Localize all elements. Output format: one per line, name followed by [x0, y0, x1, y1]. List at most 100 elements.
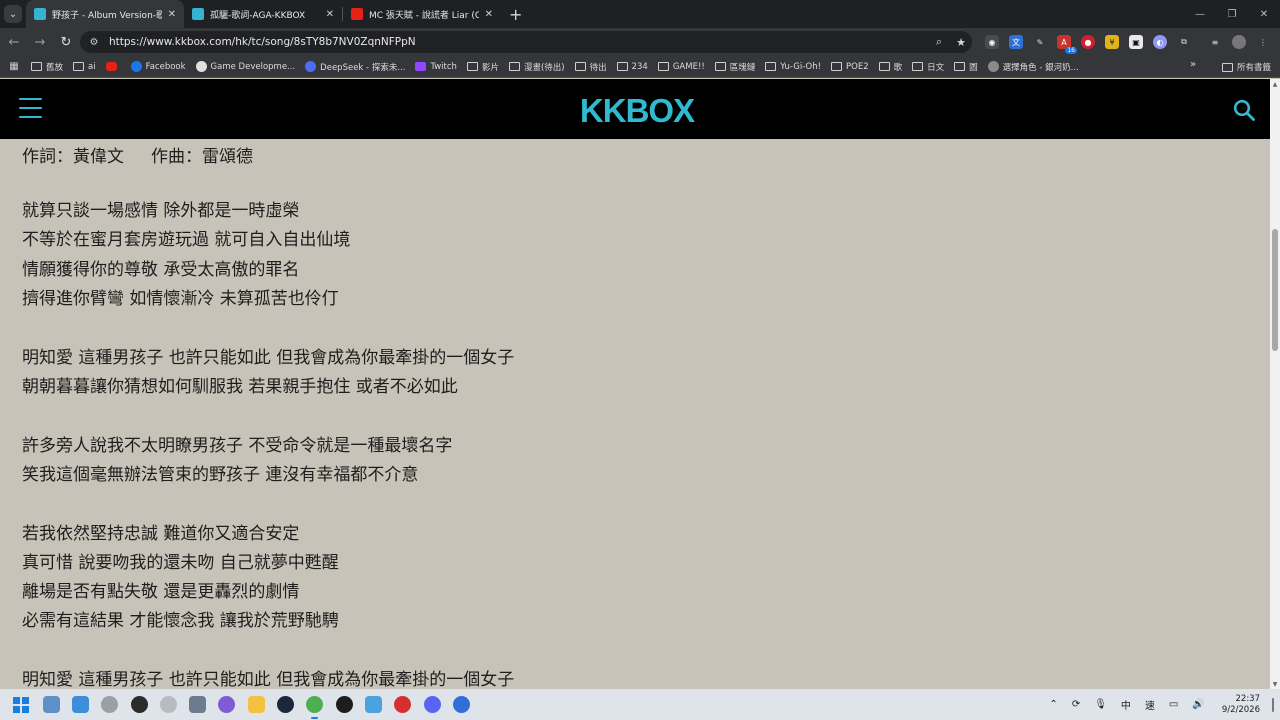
close-icon[interactable]: ✕ — [326, 9, 334, 20]
g-app-icon[interactable] — [336, 696, 353, 713]
steam-icon[interactable] — [277, 696, 294, 713]
bookmark-folder[interactable]: ai — [73, 62, 96, 72]
scroll-thumb[interactable] — [1272, 229, 1278, 351]
show-hidden-icons-icon[interactable]: ⌃ — [1049, 699, 1057, 710]
page-scrollbar[interactable]: ▲ ▼ — [1270, 79, 1280, 689]
photo-app-icon[interactable] — [72, 696, 89, 713]
bookmark-label: 歌 — [893, 62, 903, 73]
incognito-extension-icon[interactable]: ◉ — [985, 35, 999, 49]
tab-kkbox-2[interactable]: 孤驪-歌詞-AGA-KKBOX ✕ — [184, 0, 342, 28]
bookmark-game[interactable]: 選擇角色 - 銀河奶... — [987, 61, 1079, 73]
lyric-line: 若我依然堅持忠誠 難道你又適合安定 — [22, 524, 300, 544]
zoom-icon[interactable]: ⌕ — [928, 35, 950, 49]
bookmark-label: 234 — [631, 61, 648, 72]
search-icon[interactable] — [1233, 99, 1255, 121]
lyric-line: 情願獲得你的尊敬 承受太高傲的罪名 — [22, 260, 300, 280]
close-icon[interactable]: ✕ — [485, 9, 493, 20]
box-extension-icon[interactable]: ▣ — [1129, 35, 1143, 49]
notepad-icon[interactable] — [365, 696, 382, 713]
more-bookmarks-icon[interactable]: » — [1190, 59, 1196, 70]
hamburger-menu-icon[interactable] — [19, 98, 42, 118]
bookmark-star-icon[interactable]: ★ — [950, 36, 972, 49]
site-info-icon[interactable]: ⚙ — [87, 35, 101, 49]
folder-icon — [616, 62, 628, 71]
extensions-row: ◉ 文 ✎ A 16 ● ¥ ▣ ◐ ⧉ ≡ ⋮ — [980, 32, 1275, 54]
translate-extension-icon[interactable]: 文 — [1009, 35, 1023, 49]
bookmark-folder[interactable]: Yu-Gi-Oh! — [765, 62, 821, 72]
ime-language[interactable]: 中 — [1121, 697, 1131, 712]
bookmark-folder[interactable]: 漫畫(待出) — [508, 61, 565, 73]
file-explorer-icon[interactable] — [248, 696, 265, 713]
minimize-icon[interactable]: — — [1184, 0, 1216, 28]
profile-avatar-icon[interactable] — [1232, 35, 1246, 49]
bookmark-folder[interactable]: 圖 — [954, 61, 978, 73]
reload-icon[interactable]: ↻ — [54, 30, 78, 54]
kkbox-logo[interactable]: KKBOX — [575, 92, 699, 130]
bookmark-folder[interactable]: 日文 — [912, 61, 944, 73]
bookmark-facebook[interactable]: Facebook — [130, 61, 186, 72]
game-app-icon[interactable] — [131, 696, 148, 713]
youtube-icon — [105, 62, 117, 71]
new-tab-icon[interactable]: + — [509, 5, 522, 24]
tab-youtube[interactable]: MC 張天賦 - 說謊者 Liar (Offic ✕ — [343, 0, 501, 28]
scroll-down-icon[interactable]: ▼ — [1270, 679, 1280, 689]
bookmark-folder[interactable]: 234 — [616, 61, 648, 72]
tab-lyrics-active[interactable]: 野孩子 - Album Version-歌詞- ✕ — [26, 0, 184, 28]
bookmark-folder[interactable]: GAME!! — [657, 62, 705, 72]
red-extension-icon[interactable]: ● — [1081, 35, 1095, 49]
bookmark-folder[interactable]: 待出 — [574, 61, 607, 73]
address-bar[interactable]: ⚙ https://www.kkbox.com/hk/tc/song/8sTY8… — [80, 31, 972, 53]
back-icon[interactable]: ← — [2, 30, 26, 54]
system-tray: ⌃ ⟳ 🎙 中 速 ▭ 🔊 22:37 9/2/2026 — [1042, 689, 1280, 720]
restore-icon[interactable]: ❐ — [1216, 0, 1248, 28]
close-icon[interactable]: ✕ — [168, 9, 176, 20]
bookmark-label: 待出 — [589, 62, 607, 73]
apps-grid-icon[interactable]: ▦ — [7, 60, 21, 74]
bookmark-folder[interactable]: 區塊鏈 — [714, 61, 755, 73]
calculator-app-icon[interactable] — [189, 696, 206, 713]
scroll-up-icon[interactable]: ▲ — [1270, 79, 1280, 89]
media-control-icon[interactable]: ≡ — [1208, 35, 1222, 49]
clock[interactable]: 22:37 9/2/2026 — [1222, 694, 1260, 716]
settings-app-icon[interactable] — [160, 696, 177, 713]
browser-menu-icon[interactable]: ⋮ — [1256, 35, 1270, 49]
window-controls: — ❐ ✕ — [1184, 0, 1280, 28]
volume-icon[interactable]: 🔊 — [1192, 699, 1204, 710]
facebook-icon — [130, 61, 142, 72]
sync-icon[interactable]: ⟳ — [1072, 699, 1080, 710]
all-bookmarks-button[interactable]: 所有書籤 — [1222, 56, 1271, 78]
clock-app-icon[interactable] — [101, 696, 118, 713]
badge-extension-icon[interactable]: A 16 — [1057, 35, 1077, 54]
taskbar: ⌃ ⟳ 🎙 中 速 ▭ 🔊 22:37 9/2/2026 — [0, 689, 1280, 720]
tool-app-icon[interactable] — [43, 696, 60, 713]
forward-icon[interactable]: → — [28, 30, 52, 54]
close-window-icon[interactable]: ✕ — [1248, 0, 1280, 28]
bookmark-youtube[interactable] — [105, 62, 121, 71]
folder-icon — [954, 62, 966, 71]
bookmark-deepseek[interactable]: DeepSeek - 探索未... — [305, 61, 405, 73]
bookmark-folder[interactable]: 影片 — [466, 61, 499, 73]
yellow-extension-icon[interactable]: ¥ — [1105, 35, 1119, 49]
arc-app-icon[interactable] — [453, 696, 470, 713]
bookmark-github[interactable]: Game Developme... — [195, 61, 295, 72]
red-app-icon[interactable] — [394, 696, 411, 713]
bookmark-twitch[interactable]: Twitch — [415, 62, 457, 72]
microphone-icon[interactable]: 🎙 — [1094, 699, 1107, 710]
ime-mode[interactable]: 速 — [1145, 697, 1155, 712]
browser-app-icon[interactable] — [218, 696, 235, 713]
chrome-icon[interactable] — [306, 696, 323, 719]
discord-icon[interactable] — [424, 696, 441, 713]
extensions-puzzle-icon[interactable]: ⧉ — [1177, 35, 1191, 49]
windows-start-icon[interactable] — [13, 696, 29, 713]
pen-extension-icon[interactable]: ✎ — [1033, 35, 1047, 49]
tab-search-menu-icon[interactable]: ⌄ — [4, 5, 22, 23]
circle-extension-icon[interactable]: ◐ — [1153, 35, 1167, 49]
bookmark-folder[interactable]: POE2 — [831, 62, 869, 72]
url-text[interactable]: https://www.kkbox.com/hk/tc/song/8sTY8b7… — [109, 36, 928, 48]
bookmark-folder[interactable]: 舊放 — [31, 61, 63, 73]
bookmark-label: 日文 — [927, 62, 945, 73]
display-icon[interactable]: ▭ — [1169, 699, 1178, 710]
bookmark-folder[interactable]: 歌 — [878, 61, 903, 73]
notification-bar-icon[interactable] — [1272, 697, 1274, 712]
bookmark-label: Twitch — [430, 61, 457, 72]
